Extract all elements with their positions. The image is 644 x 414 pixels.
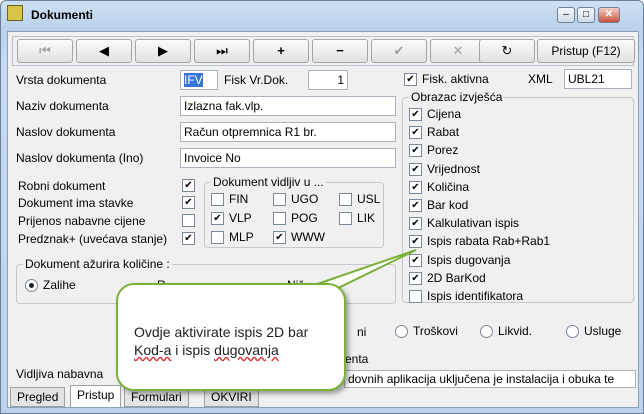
callout-pointer-cover <box>302 288 332 292</box>
